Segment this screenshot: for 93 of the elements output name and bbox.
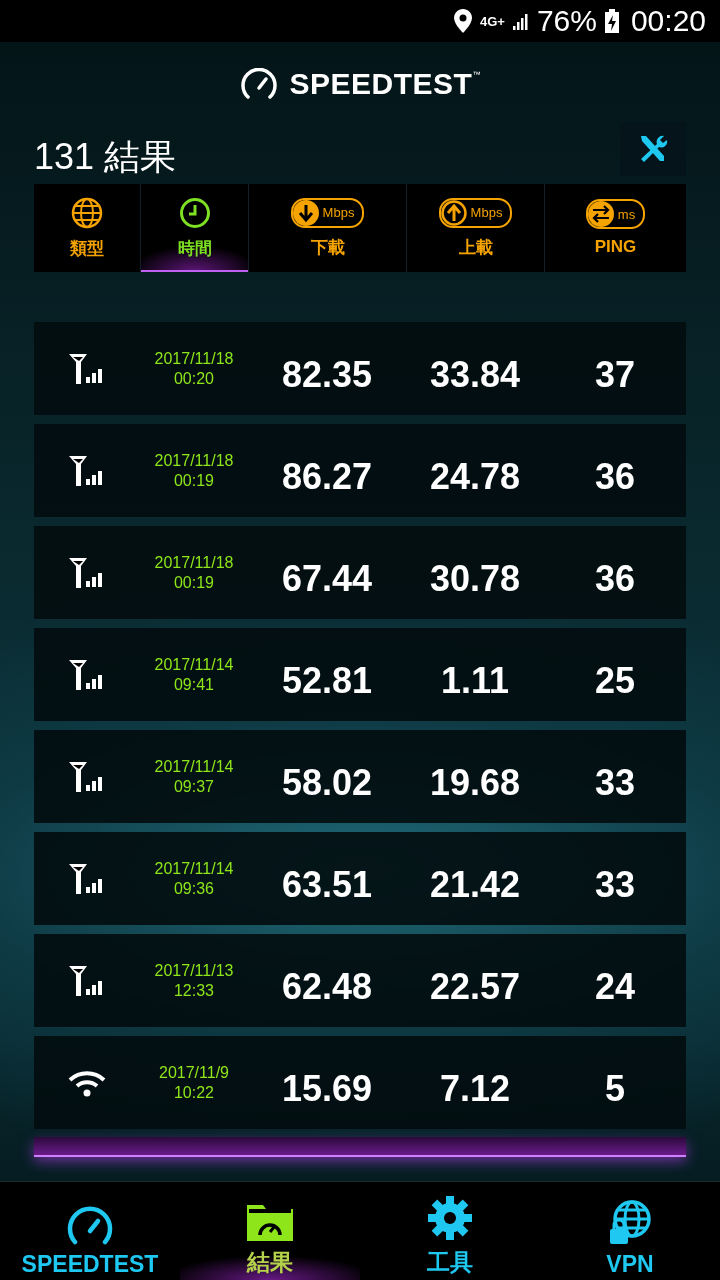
test-date: 2017/11/18 [154, 451, 234, 470]
ping-value: 33 [593, 760, 636, 804]
upload-speed: 1.11 [439, 658, 511, 702]
nav-label: 工具 [427, 1248, 473, 1277]
result-row[interactable]: 2017/11/18 00:19 67.44 30.78 36 [34, 526, 686, 619]
ping-value: 36 [593, 454, 636, 498]
test-time: 00:20 [173, 369, 214, 388]
download-speed: 67.44 [280, 556, 374, 600]
test-date: 2017/11/14 [154, 655, 234, 674]
test-time: 09:37 [173, 777, 214, 796]
ping-value: 36 [593, 556, 636, 600]
globe-icon [71, 196, 103, 229]
column-label: 下載 [310, 236, 345, 259]
test-date: 2017/11/18 [154, 349, 234, 368]
result-row[interactable]: 2017/11/14 09:36 63.51 21.42 33 [34, 832, 686, 925]
test-date: 2017/11/14 [154, 859, 234, 878]
upload-speed: 7.12 [438, 1066, 512, 1110]
download-speed: 52.81 [280, 658, 374, 702]
test-time: 09:36 [173, 879, 214, 898]
result-row[interactable]: 2017/11/13 12:33 62.48 22.57 24 [34, 934, 686, 1027]
download-speed: 15.69 [280, 1066, 374, 1110]
cellular-antenna-icon [69, 761, 105, 792]
upload-speed: 33.84 [428, 352, 522, 396]
result-row[interactable]: 2017/11/14 09:41 52.81 1.11 25 [34, 628, 686, 721]
nav-label: VPN [606, 1251, 654, 1278]
gauge-icon [65, 1205, 115, 1245]
cellular-antenna-icon [69, 965, 105, 996]
results-title: 131 結果 [34, 135, 177, 179]
ping-value: 25 [593, 658, 636, 702]
column-tab[interactable]: ms PING [544, 184, 686, 272]
test-time: 10:22 [173, 1083, 214, 1102]
result-row[interactable]: 2017/11/18 00:19 86.27 24.78 36 [34, 424, 686, 517]
column-tab[interactable]: 類型 [34, 184, 140, 272]
wifi-icon [67, 1068, 107, 1097]
unit-label: Mbps [322, 205, 355, 220]
nav-tab[interactable]: SPEEDTEST [0, 1182, 180, 1280]
tools-button[interactable] [620, 122, 686, 176]
battery-charging-icon [604, 9, 619, 33]
test-time: 09:41 [173, 675, 214, 694]
upload-speed: 24.78 [428, 454, 522, 498]
test-date: 2017/11/9 [159, 1063, 229, 1082]
column-label: 上載 [458, 236, 493, 259]
ping-value: 37 [593, 352, 636, 396]
test-time: 00:19 [173, 573, 214, 592]
cellular-antenna-icon [69, 659, 105, 690]
download-speed: 63.51 [280, 862, 374, 906]
test-date: 2017/11/18 [154, 553, 234, 572]
nav-label: SPEEDTEST [21, 1251, 159, 1278]
upload-speed: 19.68 [428, 760, 522, 804]
result-row[interactable]: 2017/11/14 09:37 58.02 19.68 33 [34, 730, 686, 823]
download-speed: 62.48 [280, 964, 374, 1008]
download-speed: 82.35 [280, 352, 374, 396]
location-pin-icon [453, 9, 472, 33]
column-tab[interactable]: 時間 [140, 184, 248, 272]
download-speed: 86.27 [280, 454, 374, 498]
column-label: 時間 [177, 237, 212, 260]
status-time: 00:20 [630, 4, 706, 38]
test-date: 2017/11/14 [154, 757, 234, 776]
column-label: PING [594, 237, 637, 257]
network-type: 4G+ [479, 13, 505, 29]
unit-label: Mbps [470, 205, 503, 220]
test-date: 2017/11/13 [154, 961, 234, 980]
test-time: 00:19 [173, 471, 214, 490]
unit-label: ms [617, 206, 636, 222]
ping-value: 33 [593, 862, 636, 906]
ping-value: 24 [593, 964, 636, 1008]
exchange-arrows-icon [587, 201, 614, 227]
globe-lock-icon [608, 1199, 652, 1245]
download-speed: 58.02 [280, 760, 374, 804]
nav-tab[interactable]: 工具 [360, 1182, 540, 1280]
signal-icon [512, 12, 529, 30]
upload-speed: 21.42 [428, 862, 522, 906]
cellular-antenna-icon [69, 455, 105, 486]
trademark: ™ [472, 70, 481, 79]
cellular-antenna-icon [69, 863, 105, 894]
upload-speed: 30.78 [428, 556, 522, 600]
gauge-icon [239, 68, 278, 100]
gear-icon [427, 1195, 473, 1241]
column-tab[interactable]: Mbps 下載 [248, 184, 406, 272]
nav-tab[interactable]: VPN [540, 1182, 720, 1280]
nav-label: 結果 [247, 1248, 293, 1277]
upload-speed: 22.57 [428, 964, 522, 1008]
clock-icon [178, 196, 211, 229]
cellular-antenna-icon [69, 557, 105, 588]
result-row[interactable]: 2017/11/9 10:22 15.69 7.12 5 [34, 1036, 686, 1129]
column-tab[interactable]: Mbps 上載 [406, 184, 544, 272]
cellular-antenna-icon [69, 353, 105, 384]
test-time: 12:33 [173, 981, 214, 1000]
battery-level: 76% [536, 4, 597, 38]
speedtest-logo: SPEEDTEST [289, 67, 473, 101]
ping-value: 5 [604, 1066, 626, 1110]
column-label: 類型 [70, 237, 104, 260]
result-row[interactable]: 2017/11/18 00:20 82.35 33.84 37 [34, 322, 686, 415]
